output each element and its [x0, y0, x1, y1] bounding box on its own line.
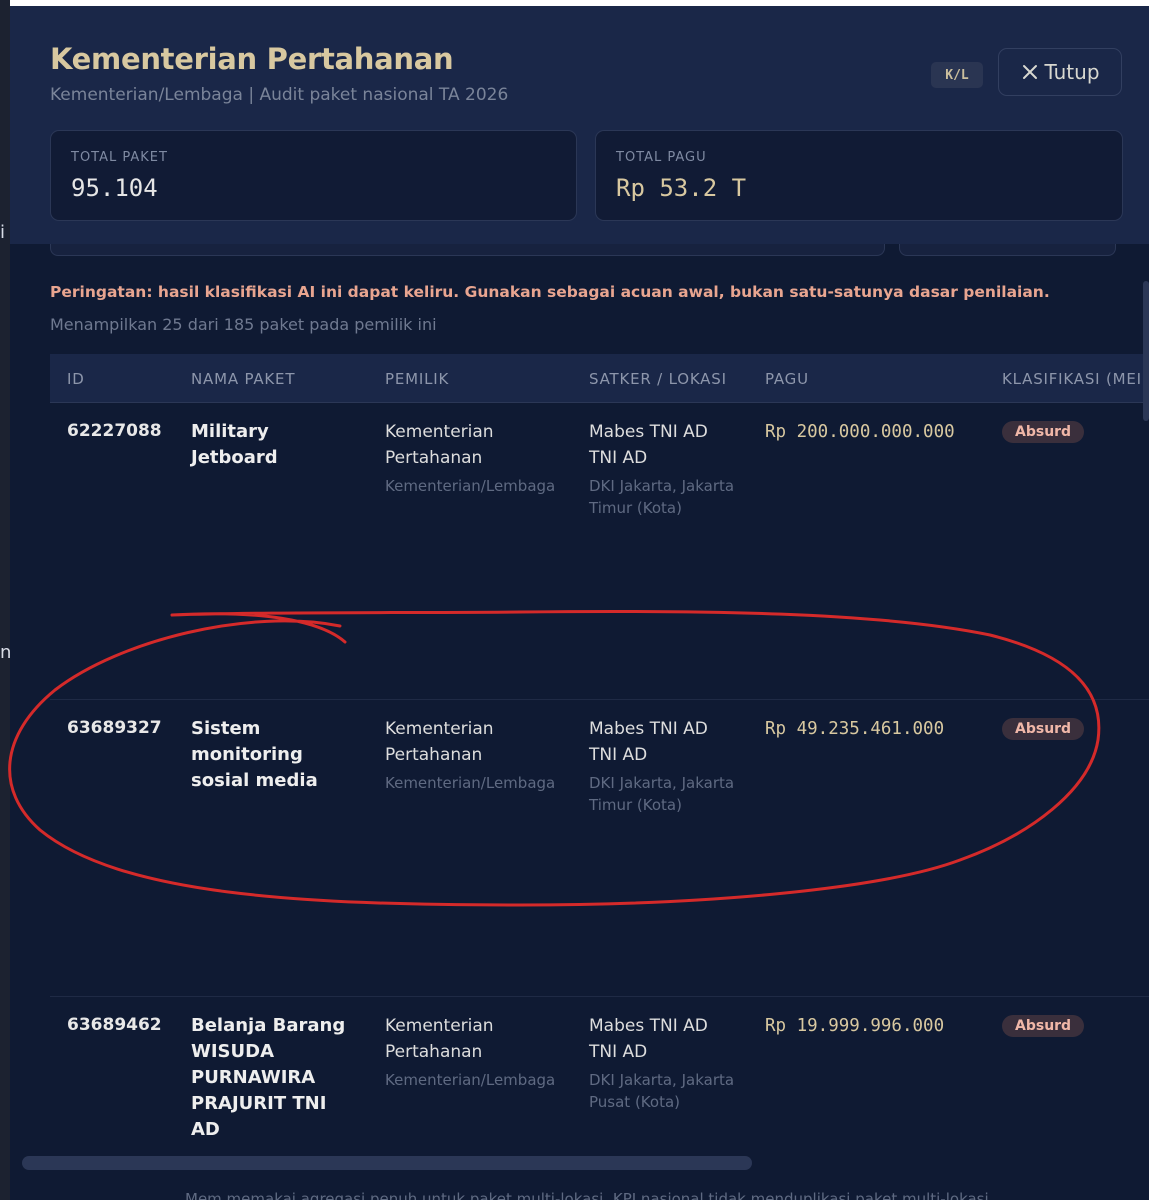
row-pagu: Rp 19.999.996.000	[765, 1016, 945, 1036]
row-classification: Absurd	[1002, 421, 1085, 443]
stat-card-edge	[899, 244, 1116, 256]
row-pagu: Rp 200.000.000.000	[765, 422, 955, 442]
satker-name: Mabes TNI AD TNI AD	[589, 719, 708, 765]
classification-badge: Absurd	[1002, 718, 1085, 740]
stat-card-total-pagu: TOTAL PAGU Rp 53.2 T	[595, 130, 1123, 221]
stat-card-edge	[50, 244, 885, 256]
row-satker: Mabes TNI AD TNI AD DKI Jakarta, Jakarta…	[589, 419, 739, 519]
owner-name: Kementerian Pertahanan	[385, 719, 494, 765]
column-header-pemilik[interactable]: PEMILIK	[385, 370, 449, 388]
column-header-id[interactable]: ID	[67, 370, 85, 388]
close-button[interactable]: Tutup	[998, 48, 1122, 96]
owner-type: Kementerian/Lembaga	[385, 774, 556, 792]
vertical-scrollbar-thumb[interactable]	[1143, 281, 1149, 421]
close-icon	[1023, 65, 1038, 79]
hidden-stat-cards-edge	[10, 244, 1149, 258]
modal-title: Kementerian Pertahanan	[50, 42, 454, 76]
classification-badge: Absurd	[1002, 1015, 1085, 1037]
owner-type: Kementerian/Lembaga	[385, 477, 556, 495]
type-badge: K/L	[931, 62, 983, 88]
table-header: ID NAMA PAKET PEMILIK SATKER / LOKASI PA…	[50, 354, 1149, 403]
modal-subtitle: Kementerian/Lembaga | Audit paket nasion…	[50, 85, 509, 105]
row-classification: Absurd	[1002, 718, 1085, 740]
horizontal-scrollbar-thumb[interactable]	[22, 1156, 752, 1170]
owner-type: Kementerian/Lembaga	[385, 1071, 556, 1089]
ai-warning-text: Peringatan: hasil klasifikasi AI ini dap…	[50, 283, 1050, 301]
row-pagu: Rp 49.235.461.000	[765, 719, 945, 739]
row-owner: Kementerian Pertahanan Kementerian/Lemba…	[385, 1013, 560, 1091]
satker-location: DKI Jakarta, Jakarta Timur (Kota)	[589, 477, 735, 517]
table-row[interactable]: 62227088 Military Jetboard Kementerian P…	[50, 403, 1149, 700]
classification-badge: Absurd	[1002, 421, 1085, 443]
row-id: 63689462	[67, 1015, 162, 1035]
column-header-klasifikasi[interactable]: KLASIFIKASI (MEI	[1002, 370, 1142, 388]
row-package-name: Belanja Barang WISUDA PURNAWIRA PRAJURIT…	[191, 1015, 346, 1140]
detail-modal: Kementerian Pertahanan Kementerian/Lemba…	[10, 6, 1149, 1200]
column-header-pagu[interactable]: PAGU	[765, 370, 809, 388]
background-app-edge: i n	[0, 0, 11, 1200]
satker-location: DKI Jakarta, Jakarta Timur (Kota)	[589, 774, 735, 814]
stat-label: TOTAL PAGU	[616, 150, 707, 165]
stat-card-total-paket: TOTAL PAKET 95.104	[50, 130, 577, 221]
row-owner: Kementerian Pertahanan Kementerian/Lemba…	[385, 419, 560, 497]
footer-note: Mem memakai agregasi penuh untuk paket m…	[185, 1190, 994, 1200]
owner-name: Kementerian Pertahanan	[385, 422, 494, 468]
row-id: 62227088	[67, 421, 162, 441]
modal-header: Kementerian Pertahanan Kementerian/Lemba…	[10, 6, 1149, 244]
stat-value: 95.104	[71, 174, 158, 202]
table-row[interactable]: 63689462 Belanja Barang WISUDA PURNAWIRA…	[50, 997, 1149, 1147]
satker-location: DKI Jakarta, Jakarta Pusat (Kota)	[589, 1071, 735, 1111]
row-package-name: Military Jetboard	[191, 421, 278, 468]
row-package-name: Sistem monitoring sosial media	[191, 718, 318, 791]
row-satker: Mabes TNI AD TNI AD DKI Jakarta, Jakarta…	[589, 1013, 739, 1113]
satker-name: Mabes TNI AD TNI AD	[589, 1016, 708, 1062]
horizontal-scrollbar[interactable]	[22, 1156, 1149, 1170]
satker-name: Mabes TNI AD TNI AD	[589, 422, 708, 468]
column-header-satker-lokasi[interactable]: SATKER / LOKASI	[589, 370, 727, 388]
result-count-text: Menampilkan 25 dari 185 paket pada pemil…	[50, 315, 437, 334]
stat-value: Rp 53.2 T	[616, 174, 747, 202]
row-owner: Kementerian Pertahanan Kementerian/Lemba…	[385, 716, 560, 794]
row-id: 63689327	[67, 718, 162, 738]
close-button-label: Tutup	[1044, 60, 1100, 84]
stat-label: TOTAL PAKET	[71, 150, 168, 165]
table-row[interactable]: 63689327 Sistem monitoring sosial media …	[50, 700, 1149, 997]
column-header-nama-paket[interactable]: NAMA PAKET	[191, 370, 295, 388]
background-text-fragment: i	[0, 222, 6, 243]
row-classification: Absurd	[1002, 1015, 1085, 1037]
owner-name: Kementerian Pertahanan	[385, 1016, 494, 1062]
row-satker: Mabes TNI AD TNI AD DKI Jakarta, Jakarta…	[589, 716, 739, 816]
